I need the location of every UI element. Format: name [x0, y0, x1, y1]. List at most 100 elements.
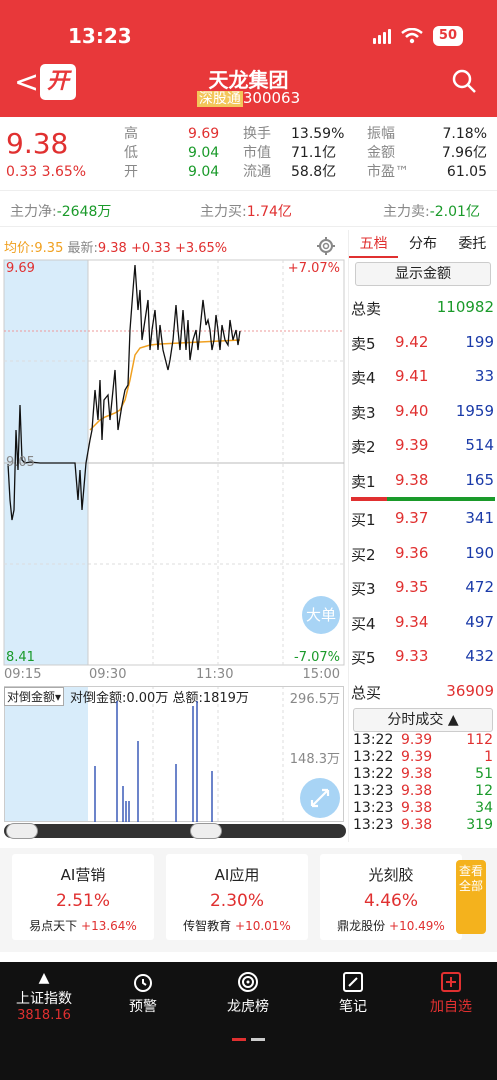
total-sell-label: 总卖 — [351, 300, 382, 318]
tab-notes[interactable]: 笔记 — [313, 968, 393, 1016]
ticks-btn-label: 分时成交 — [387, 712, 444, 728]
mcap-value: 71.1亿 — [291, 145, 337, 161]
order-level-row: 买5 9.33 432 — [349, 639, 497, 674]
amount-label: 金额 — [367, 145, 395, 161]
sector-card-ai-marketing[interactable]: AI营销 2.51% 易点天下 +13.64% — [12, 854, 154, 940]
tick-row: 13:22 9.39 112 — [349, 732, 497, 749]
y-mid-label: 9.05 — [6, 455, 35, 470]
level-label: 买1 — [351, 511, 376, 529]
order-level-row: 卖3 9.40 1959 — [349, 394, 497, 429]
card-leader: 鼎龙股份 +10.49% — [320, 917, 462, 934]
y-top-pct: +7.07% — [287, 261, 340, 276]
level-volume: 33 — [474, 367, 494, 385]
tick-volume: 34 — [475, 800, 493, 816]
level-volume: 341 — [465, 509, 494, 527]
order-level-row: 卖1 9.38 165 — [349, 463, 497, 498]
level-label: 卖4 — [351, 369, 376, 387]
expand-icon[interactable] — [300, 778, 340, 818]
tab-label: 加自选 — [430, 999, 472, 1015]
tick-time: 13:23 — [353, 800, 394, 816]
range-slider[interactable] — [4, 823, 346, 839]
status-time: 13:23 — [68, 24, 132, 48]
tick-volume: 112 — [466, 732, 493, 748]
plus-icon — [411, 968, 491, 996]
level-volume: 472 — [465, 578, 494, 596]
high-value: 9.69 — [188, 126, 220, 142]
card-pct: 2.51% — [55, 891, 110, 911]
turnover-label: 换手 — [243, 126, 271, 142]
tab-orders[interactable]: 委托 — [448, 230, 497, 258]
level-label: 买2 — [351, 545, 376, 564]
tick-volume: 51 — [475, 766, 493, 782]
card-leader: 传智教育 +10.01% — [166, 917, 308, 934]
sector-card-ai-app[interactable]: AI应用 2.30% 传智教育 +10.01% — [166, 854, 308, 940]
order-level-row: 卖2 9.39 514 — [349, 428, 497, 463]
level-price: 9.33 — [395, 647, 429, 665]
sector-cards: AI营销 2.51% 易点天下 +13.64% AI应用 2.30% 传智教育 +10.… — [0, 848, 497, 952]
time-label-0930: 09:30 — [89, 667, 127, 682]
current-price: 9.38 — [6, 127, 69, 160]
side-tabs: 五档 分布 委托 — [349, 230, 497, 258]
tab-five-levels[interactable]: 五档 — [349, 230, 399, 258]
low-value: 9.04 — [188, 145, 220, 161]
signal-icon — [372, 28, 391, 44]
total-sell-value: 110982 — [436, 298, 494, 316]
price-change: 0.33 3.65% — [6, 164, 86, 180]
level-volume: 190 — [465, 543, 494, 562]
page-indicator — [251, 1038, 265, 1041]
tab-label: 预警 — [129, 999, 157, 1015]
tab-dragon-tiger[interactable]: 龙虎榜 — [208, 968, 288, 1016]
search-icon[interactable] — [451, 68, 477, 94]
index-ticker[interactable]: ▲ 上证指数 3818.16 — [4, 968, 84, 1023]
leader-name: 易点天下 — [29, 919, 78, 933]
sell-flow: 主力卖:-2.01亿 — [383, 201, 480, 221]
edit-icon — [313, 968, 393, 996]
card-pct: 4.46% — [363, 891, 418, 911]
tick-row: 13:22 9.38 51 — [349, 766, 497, 783]
tick-time: 13:23 — [353, 783, 394, 799]
tick-price: 9.38 — [401, 817, 433, 833]
tab-distribution[interactable]: 分布 — [398, 230, 447, 258]
turnover-value: 13.59% — [291, 126, 345, 142]
quote-values-3: 7.18% 7.96亿 61.05 — [436, 125, 487, 182]
float-label: 流通 — [243, 164, 271, 180]
volume-bars — [94, 701, 213, 822]
bottom-tabbar: ▲ 上证指数 3818.16 预警 龙虎榜 笔记 加自选 — [0, 962, 497, 1080]
tick-row: 13:23 9.38 34 — [349, 800, 497, 817]
level-volume: 497 — [465, 612, 494, 631]
leader-name: 传智教育 — [183, 919, 232, 933]
level-price: 9.39 — [395, 436, 429, 454]
tick-time: 13:22 — [353, 732, 394, 748]
target-icon — [208, 968, 288, 996]
sector-card-photoresist[interactable]: 光刻胶 4.46% 鼎龙股份 +10.49% — [320, 854, 462, 940]
order-level-row: 买4 9.34 497 — [349, 605, 497, 640]
level-price: 9.42 — [395, 332, 429, 351]
card-pct: 2.30% — [209, 891, 264, 911]
show-amount-button[interactable]: 显示金额 — [355, 262, 491, 286]
y-top-label: 9.69 — [6, 261, 35, 276]
order-level-row: 卖4 9.41 33 — [349, 359, 497, 394]
level-label: 卖2 — [351, 438, 376, 456]
ticks-toggle-button[interactable]: 分时成交 ▲ — [353, 708, 493, 732]
slider-left-handle[interactable] — [6, 823, 38, 839]
tick-time: 13:23 — [353, 817, 394, 833]
sell-value: -2.01亿 — [429, 204, 480, 220]
view-all-button[interactable]: 查看全部 — [456, 860, 486, 934]
slider-right-handle[interactable] — [190, 823, 222, 839]
wifi-icon — [401, 28, 423, 44]
level-label: 卖3 — [351, 403, 376, 422]
order-level-row: 买3 9.35 472 — [349, 570, 497, 605]
intraday-chart[interactable]: 均价:9.35 最新:9.38 +0.33 +3.65% 9.69 +7.07%… — [0, 230, 348, 842]
status-icons: 50 — [372, 26, 463, 46]
order-book-panel: 五档 分布 委托 显示金额 总卖 110982 卖5 9.42 199 卖4 9.41 33… — [348, 230, 497, 842]
level-label: 买5 — [351, 649, 376, 667]
page-indicator-active — [232, 1038, 246, 1041]
tab-add-watchlist[interactable]: 加自选 — [411, 968, 491, 1016]
alarm-icon — [103, 968, 183, 996]
tick-price: 9.38 — [401, 800, 433, 816]
big-order-button[interactable]: 大单 — [302, 596, 340, 634]
time-label-0915: 09:15 — [4, 667, 42, 682]
tick-price: 9.38 — [401, 783, 433, 799]
tab-alert[interactable]: 预警 — [103, 968, 183, 1016]
leader-pct: +13.64% — [81, 919, 137, 933]
